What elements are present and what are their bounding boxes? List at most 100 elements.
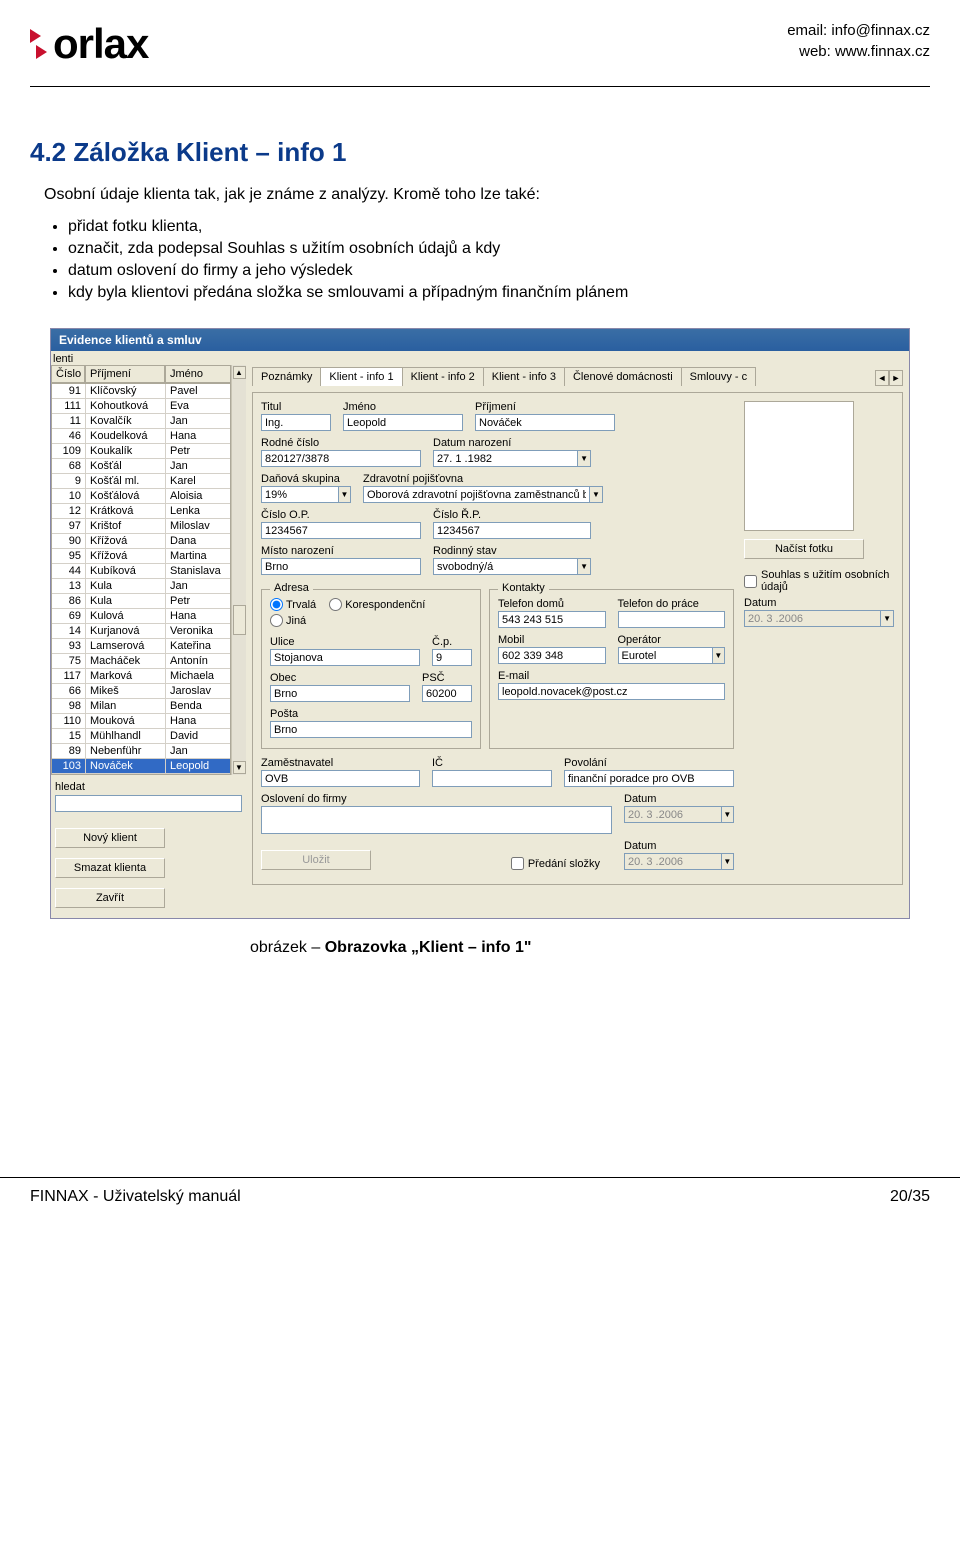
- input-insurance[interactable]: [363, 486, 589, 503]
- cell-firstname: Petr: [166, 594, 230, 608]
- delete-client-button[interactable]: Smazat klienta: [55, 858, 165, 878]
- input-posta[interactable]: [270, 721, 472, 738]
- table-row[interactable]: 98MilanBenda: [52, 699, 230, 714]
- input-cp[interactable]: [432, 649, 472, 666]
- input-jmeno[interactable]: [343, 414, 463, 431]
- input-marital[interactable]: [433, 558, 577, 575]
- input-tel-home[interactable]: [498, 611, 606, 628]
- col-header-number[interactable]: Číslo: [51, 365, 85, 383]
- table-row[interactable]: 90KřížováDana: [52, 534, 230, 549]
- tab-klient-info-1[interactable]: Klient - info 1: [320, 367, 402, 386]
- tab-notes[interactable]: Poznámky: [252, 367, 321, 386]
- new-client-button[interactable]: Nový klient: [55, 828, 165, 848]
- table-row[interactable]: 110MoukováHana: [52, 714, 230, 729]
- checkbox-predani[interactable]: Předání složky: [511, 857, 600, 870]
- table-row[interactable]: 10KošťálováAloisia: [52, 489, 230, 504]
- table-row[interactable]: 9Košťál ml.Karel: [52, 474, 230, 489]
- table-row[interactable]: 44KubíkováStanislava: [52, 564, 230, 579]
- tab-scroll-right-icon[interactable]: ►: [889, 370, 903, 386]
- cell-number: 98: [52, 699, 86, 713]
- table-row[interactable]: 111KohoutkováEva: [52, 399, 230, 414]
- table-row[interactable]: 66MikešJaroslav: [52, 684, 230, 699]
- table-row[interactable]: 86KulaPetr: [52, 594, 230, 609]
- input-rc[interactable]: [261, 450, 421, 467]
- input-taxgroup[interactable]: [261, 486, 338, 503]
- cell-surname: Mühlhandl: [86, 729, 166, 743]
- input-prijmeni[interactable]: [475, 414, 615, 431]
- table-row[interactable]: 117MarkováMichaela: [52, 669, 230, 684]
- input-psc[interactable]: [422, 685, 472, 702]
- search-input[interactable]: [55, 795, 242, 812]
- table-row[interactable]: 97KrištofMiloslav: [52, 519, 230, 534]
- input-mobil[interactable]: [498, 647, 606, 664]
- search-label: hledat: [55, 781, 242, 793]
- input-ic[interactable]: [432, 770, 552, 787]
- table-row[interactable]: 46KoudelkováHana: [52, 429, 230, 444]
- input-datum-consent: [744, 610, 880, 627]
- input-email[interactable]: [498, 683, 725, 700]
- radio-koresp[interactable]: Korespondenční: [329, 598, 425, 611]
- scroll-thumb[interactable]: [233, 605, 246, 635]
- table-row[interactable]: 95KřížováMartina: [52, 549, 230, 564]
- input-op[interactable]: [261, 522, 421, 539]
- cell-surname: Nebenführ: [86, 744, 166, 758]
- table-row[interactable]: 12KrátkováLenka: [52, 504, 230, 519]
- grid-scrollbar[interactable]: ▲ ▼: [231, 365, 246, 775]
- tab-klient-info-3[interactable]: Klient - info 3: [483, 367, 565, 386]
- close-button[interactable]: Zavřít: [55, 888, 165, 908]
- input-titul[interactable]: [261, 414, 331, 431]
- col-header-surname[interactable]: Příjmení: [85, 365, 165, 383]
- dropdown-icon[interactable]: ▼: [880, 610, 894, 627]
- table-row[interactable]: 103NováčekLeopold: [52, 759, 230, 774]
- tab-scroll-left-icon[interactable]: ◄: [875, 370, 889, 386]
- input-occupation[interactable]: [564, 770, 734, 787]
- table-row[interactable]: 69KulováHana: [52, 609, 230, 624]
- input-birthplace[interactable]: [261, 558, 421, 575]
- table-row[interactable]: 91KlíčovskýPavel: [52, 384, 230, 399]
- dropdown-icon[interactable]: ▼: [338, 486, 351, 503]
- radio-jina[interactable]: Jiná: [270, 614, 306, 627]
- input-ulice[interactable]: [270, 649, 420, 666]
- load-photo-button[interactable]: Načíst fotku: [744, 539, 864, 559]
- client-grid[interactable]: 91KlíčovskýPavel111KohoutkováEva11Kovalč…: [51, 383, 231, 775]
- input-obec[interactable]: [270, 685, 410, 702]
- label-rp: Číslo Ř.P.: [433, 509, 591, 521]
- cell-surname: Kula: [86, 594, 166, 608]
- cell-number: 9: [52, 474, 86, 488]
- input-osloveni[interactable]: [261, 806, 612, 834]
- table-row[interactable]: 13KulaJan: [52, 579, 230, 594]
- input-operator[interactable]: [618, 647, 712, 664]
- dropdown-icon[interactable]: ▼: [721, 806, 734, 823]
- input-dob[interactable]: [433, 450, 577, 467]
- tab-household[interactable]: Členové domácnosti: [564, 367, 682, 386]
- tab-contracts[interactable]: Smlouvy - c: [681, 367, 756, 386]
- radio-trvala[interactable]: Trvalá: [270, 598, 316, 611]
- dropdown-icon[interactable]: ▼: [577, 558, 591, 575]
- table-row[interactable]: 89NebenführJan: [52, 744, 230, 759]
- table-row[interactable]: 109KoukalíkPetr: [52, 444, 230, 459]
- dropdown-icon[interactable]: ▼: [721, 853, 734, 870]
- cell-number: 117: [52, 669, 86, 683]
- table-row[interactable]: 15MühlhandlDavid: [52, 729, 230, 744]
- table-row[interactable]: 11KovalčíkJan: [52, 414, 230, 429]
- label-mobil: Mobil: [498, 634, 606, 646]
- scroll-up-icon[interactable]: ▲: [233, 366, 246, 379]
- input-rp[interactable]: [433, 522, 591, 539]
- table-row[interactable]: 93LamserováKateřina: [52, 639, 230, 654]
- dropdown-icon[interactable]: ▼: [577, 450, 591, 467]
- input-datum-2: [624, 853, 721, 870]
- dropdown-icon[interactable]: ▼: [712, 647, 725, 664]
- save-button[interactable]: Uložit: [261, 850, 371, 870]
- header-divider: [30, 86, 930, 87]
- col-header-firstname[interactable]: Jméno: [165, 365, 231, 383]
- table-row[interactable]: 75MacháčekAntonín: [52, 654, 230, 669]
- tab-klient-info-2[interactable]: Klient - info 2: [402, 367, 484, 386]
- dropdown-icon[interactable]: ▼: [589, 486, 603, 503]
- table-row[interactable]: 14KurjanováVeronika: [52, 624, 230, 639]
- input-employer[interactable]: [261, 770, 420, 787]
- table-row[interactable]: 68KošťálJan: [52, 459, 230, 474]
- input-tel-work[interactable]: [618, 611, 726, 628]
- tab-scroll[interactable]: ◄ ►: [875, 370, 903, 386]
- checkbox-consent[interactable]: Souhlas s užitím osobních údajů: [744, 569, 894, 593]
- scroll-down-icon[interactable]: ▼: [233, 761, 246, 774]
